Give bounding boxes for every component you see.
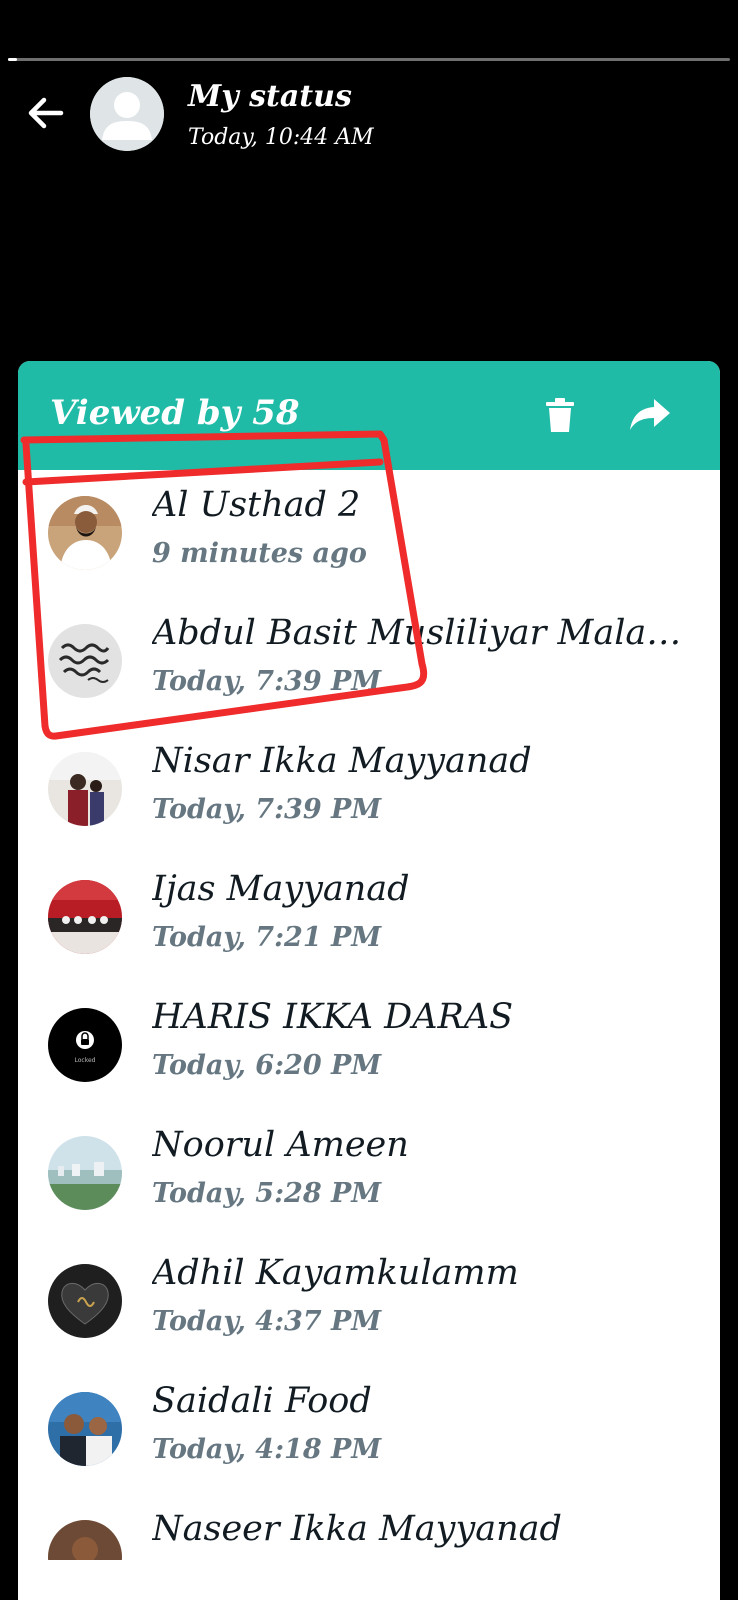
viewer-avatar xyxy=(48,752,122,826)
viewers-list: Al Usthad 2 9 minutes ago Abdul Basit Mu… xyxy=(18,470,720,1560)
viewer-avatar xyxy=(48,624,122,698)
viewer-avatar xyxy=(48,880,122,954)
viewers-sheet: Viewed by 58 Al Usthad 2 9 minutes ago A… xyxy=(18,361,720,1600)
viewer-time: 9 minutes ago xyxy=(152,538,367,569)
viewer-avatar xyxy=(48,1520,122,1560)
viewer-name: Nisar Ikka Mayyanad xyxy=(152,741,532,781)
viewer-avatar xyxy=(48,1136,122,1210)
status-timestamp: Today, 10:44 AM xyxy=(188,125,374,150)
viewer-name: Al Usthad 2 xyxy=(152,485,361,525)
viewer-time: Today, 7:39 PM xyxy=(152,666,382,697)
viewer-avatar xyxy=(48,1392,122,1466)
viewer-avatar: Locked xyxy=(48,1008,122,1082)
forward-button[interactable] xyxy=(628,395,672,435)
viewer-row[interactable]: Nisar Ikka Mayyanad Today, 7:39 PM xyxy=(18,726,720,854)
viewed-by-count: Viewed by 58 xyxy=(50,393,300,433)
my-avatar[interactable] xyxy=(90,77,164,151)
viewer-time: Today, 7:39 PM xyxy=(152,794,382,825)
viewer-row[interactable]: Ijas Mayyanad Today, 7:21 PM xyxy=(18,854,720,982)
viewer-row[interactable]: Naseer Ikka Mayyanad xyxy=(18,1494,720,1560)
viewer-name: Ijas Mayyanad xyxy=(152,869,410,909)
viewers-sheet-header: Viewed by 58 xyxy=(18,361,720,470)
locked-avatar-label: Locked xyxy=(75,1057,96,1064)
viewer-avatar xyxy=(48,496,122,570)
viewer-row[interactable]: Saidali Food Today, 4:18 PM xyxy=(18,1366,720,1494)
status-title: My status xyxy=(188,79,352,114)
viewer-row[interactable]: Noorul Ameen Today, 5:28 PM xyxy=(18,1110,720,1238)
status-viewer-screen: My status Today, 10:44 AM Viewed by 58 A… xyxy=(0,0,738,1600)
viewer-row[interactable]: Abdul Basit Musliliyar Malapp... Today, … xyxy=(18,598,720,726)
back-arrow-icon xyxy=(28,97,64,129)
trash-icon xyxy=(546,398,574,432)
viewer-name: Saidali Food xyxy=(152,1381,372,1421)
status-progress-bar xyxy=(8,58,730,61)
viewer-row[interactable]: Al Usthad 2 9 minutes ago xyxy=(18,470,720,598)
viewer-name: Adhil Kayamkulamm xyxy=(152,1253,519,1293)
viewer-time: Today, 7:21 PM xyxy=(152,922,382,953)
viewer-name: Abdul Basit Musliliyar Malapp... xyxy=(152,613,700,653)
viewer-row[interactable]: Adhil Kayamkulamm Today, 4:37 PM xyxy=(18,1238,720,1366)
viewer-avatar xyxy=(48,1264,122,1338)
home-indicator[interactable] xyxy=(233,1583,505,1589)
viewer-name: Naseer Ikka Mayyanad xyxy=(152,1509,562,1549)
forward-icon xyxy=(630,399,670,430)
viewer-time: Today, 4:18 PM xyxy=(152,1434,382,1465)
viewer-time: Today, 4:37 PM xyxy=(152,1306,382,1337)
viewer-name: Noorul Ameen xyxy=(152,1125,409,1165)
default-user-icon xyxy=(90,77,164,151)
viewer-name: HARIS IKKA DARAS xyxy=(152,997,514,1037)
status-progress-fill xyxy=(8,58,17,61)
delete-button[interactable] xyxy=(540,395,580,435)
viewer-time: Today, 6:20 PM xyxy=(152,1050,382,1081)
back-button[interactable] xyxy=(20,88,70,138)
viewer-row[interactable]: Locked HARIS IKKA DARAS Today, 6:20 PM xyxy=(18,982,720,1110)
viewer-time: Today, 5:28 PM xyxy=(152,1178,382,1209)
